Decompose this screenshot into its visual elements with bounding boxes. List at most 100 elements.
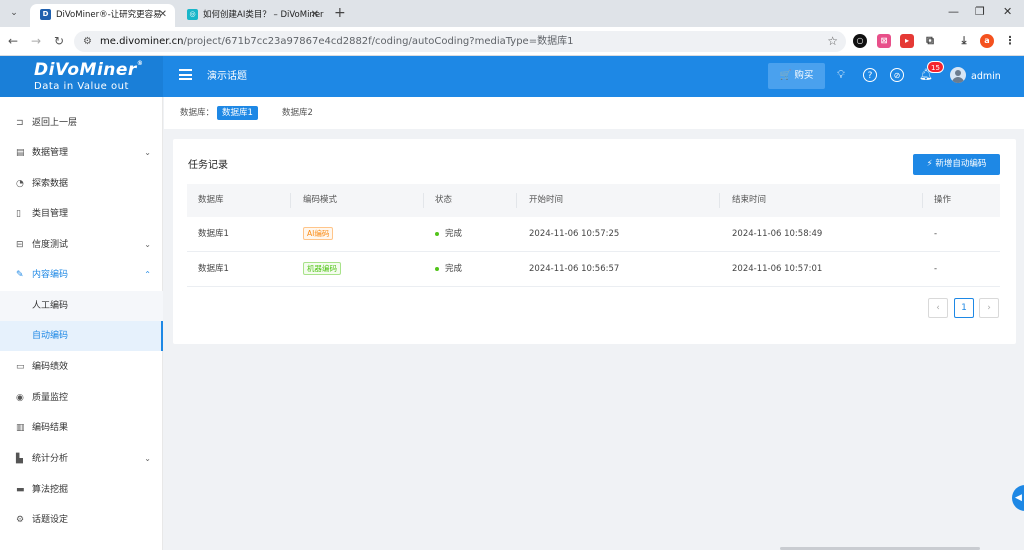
card-title: 任务记录 [188,160,228,171]
database-label: 数据库： [180,108,215,118]
sidebar-item-auto-coding[interactable]: 自动编码 [0,321,163,351]
cell-database: 数据库1 [198,229,229,239]
minimize-icon[interactable]: — [948,4,959,20]
app-header: DiVoMiner® Data in Value out 演示话题 🛒 购买 💡… [0,56,1024,97]
lightning-icon: ⚡︎ [926,159,933,169]
sidebar-item-explore[interactable]: ◔ 探索数据 [0,169,163,199]
browser-menu-icon[interactable]: ⋮ [1003,34,1017,48]
reload-icon[interactable]: ↻ [54,33,64,49]
tab-close-icon[interactable]: ✕ [159,4,167,26]
table-header: 数据库 编码模式 状态 开始时间 结束时间 操作 [187,184,1000,217]
chevron-down-icon: ⌄ [144,454,151,463]
sidebar-item-label: 探索数据 [32,179,69,189]
sidebar-item-label: 编码绩效 [32,362,69,372]
sidebar-item-reliability[interactable]: ⊟ 信度测试 ⌄ [0,230,163,260]
sidebar-item-label: 内容编码 [32,270,69,280]
url-path: /project/671b7cc23a97867e4cd2882f/coding… [183,36,574,47]
divominer-favicon-icon: D [40,9,51,20]
sidebar-item-category[interactable]: ▯ 类目管理 [0,199,163,229]
table-row: 数据库1 机器编码 完成 2024-11-06 10:56:57 2024-11… [187,252,1000,287]
explore-icon: ◔ [16,179,24,189]
mode-tag-ai: AI编码 [303,227,334,240]
tab-search-icon[interactable]: ⌄ [6,5,22,21]
new-auto-coding-button[interactable]: ⚡︎ 新增自动编码 [913,154,1000,175]
status-dot-icon [435,231,439,236]
sidebar-item-algorithm[interactable]: ▬ 算法挖掘 [0,475,163,505]
bookmark-star-icon[interactable]: ☆ [827,33,838,50]
sidebar-item-topic-settings[interactable]: ⚙ 话题设定 [0,505,163,535]
download-icon[interactable]: ⤓ [957,34,971,48]
sidebar-item-quality[interactable]: ◉ 质量监控 [0,383,163,413]
database-tab-1[interactable]: 数据库1 [217,106,258,120]
settings-icon: ⚙ [16,515,25,525]
help-icon[interactable]: ? [863,68,877,82]
pagination-next-button[interactable]: › [979,298,999,318]
buy-button[interactable]: 🛒 购买 [768,63,825,89]
task-table: 数据库 编码模式 状态 开始时间 结束时间 操作 数据库1 AI编码 完成 20… [187,184,1000,287]
browser-tab-divominer[interactable]: D DiVoMiner®-让研究更容易 ✕ [30,4,175,27]
sidebar-item-label: 质量监控 [32,393,69,403]
restore-icon[interactable]: ❐ [975,4,985,20]
sidebar-item-content-coding[interactable]: ✎ 内容编码 ⌃ [0,260,163,290]
help-favicon-icon: ◎ [187,9,198,20]
extensions-puzzle-icon[interactable]: ⧉ [923,34,937,48]
extension-circle-icon[interactable]: ○ [853,34,867,48]
tab-title: 如何创建AI类目？ – DiVoMiner [203,10,324,20]
forward-arrow-icon[interactable]: → [31,33,41,49]
sidebar-item-label: 自动编码 [32,331,69,341]
eye-icon: ◉ [16,393,24,403]
performance-icon: ▭ [16,362,25,372]
lightbulb-icon[interactable]: 💡︎ [834,68,848,82]
user-name[interactable]: admin [971,56,1001,97]
tab-close-icon[interactable]: ✕ [311,4,319,26]
cell-action: - [934,264,938,274]
sidebar-item-statistics[interactable]: ▙ 统计分析 ⌄ [0,444,163,474]
buy-label: 购买 [794,70,814,81]
reliability-icon: ⊟ [16,240,24,250]
sidebar-item-label: 编码结果 [32,423,69,433]
side-panel-toggle-icon[interactable]: ◀ [1012,485,1024,511]
sidebar-item-data-management[interactable]: ▤ 数据管理 ⌄ [0,138,163,168]
table-row: 数据库1 AI编码 完成 2024-11-06 10:57:25 2024-11… [187,217,1000,252]
sidebar-item-label: 话题设定 [32,515,69,525]
user-avatar[interactable] [950,67,966,83]
extension-pink-icon[interactable]: ⊠ [877,34,891,48]
project-title: 演示话题 [207,71,247,82]
site-info-icon[interactable]: ⚙ [83,34,92,49]
algo-icon: ▬ [16,485,25,495]
database-selector: 数据库： 数据库1 数据库2 [164,97,1024,129]
cell-status: 完成 [445,229,463,239]
browser-toolbar: ← → ↻ ⚙ me.divominer.cn/project/671b7cc2… [0,27,1024,56]
category-icon: ▯ [16,209,21,219]
sidebar-item-label: 信度测试 [32,240,69,250]
new-tab-icon[interactable]: + [334,4,346,22]
sidebar-item-results[interactable]: ▥ 编码结果 [0,413,163,443]
divominer-logo[interactable]: DiVoMiner® Data in Value out [0,56,163,97]
col-database: 数据库 [198,195,224,205]
menu-toggle-icon[interactable] [179,69,192,80]
task-record-card: 任务记录 ⚡︎ 新增自动编码 数据库 编码模式 状态 开始时间 结束时间 操作 … [173,139,1016,344]
extension-red-icon[interactable]: ▸ [900,34,914,48]
browser-tab-help[interactable]: ◎ 如何创建AI类目？ – DiVoMiner ✕ [177,4,327,27]
profile-avatar[interactable]: a [980,34,994,48]
sidebar-item-back[interactable]: ⊐ 返回上一层 [0,108,163,138]
col-start-time: 开始时间 [529,195,564,205]
url-text[interactable]: me.divominer.cn/project/671b7cc23a97867e… [100,31,573,52]
coding-icon: ✎ [16,270,24,280]
back-arrow-icon[interactable]: ← [8,33,18,49]
close-window-icon[interactable]: ✕ [1003,4,1012,20]
sidebar-item-label: 人工编码 [32,301,69,311]
sidebar-item-performance[interactable]: ▭ 编码绩效 [0,352,163,382]
sidebar-item-manual-coding[interactable]: 人工编码 [0,291,163,321]
pagination-page-1[interactable]: 1 [954,298,974,318]
pagination-prev-button[interactable]: ‹ [928,298,948,318]
address-bar[interactable]: ⚙ me.divominer.cn/project/671b7cc23a9786… [74,31,846,52]
logo-tagline: Data in Value out [34,81,129,92]
database-tab-2[interactable]: 数据库2 [277,106,318,120]
sidebar-item-label: 算法挖掘 [32,485,69,495]
col-end-time: 结束时间 [732,195,767,205]
cell-database: 数据库1 [198,264,229,274]
compass-icon[interactable]: ⊘ [890,68,904,82]
sidebar-item-label: 类目管理 [32,209,69,219]
back-icon: ⊐ [16,118,24,128]
